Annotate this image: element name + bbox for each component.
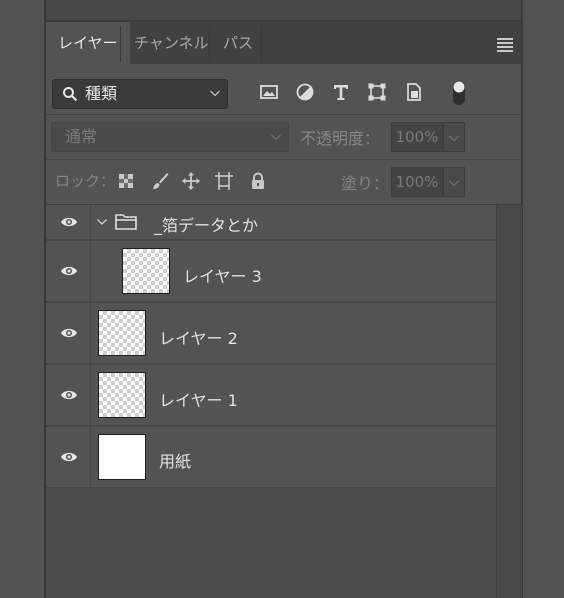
visibility-column <box>46 365 91 425</box>
layers-scrollbar[interactable] <box>496 205 522 598</box>
opacity-input[interactable]: 100% <box>391 122 443 152</box>
lock-transparent-pixels-icon[interactable] <box>116 171 136 191</box>
fill-label: 塗り： <box>341 174 390 193</box>
shape-filter-icon[interactable] <box>366 81 388 103</box>
layer-group-row[interactable]: _箔データとか <box>46 205 496 241</box>
blend-row: 通常 不透明度： 100% <box>46 115 521 160</box>
kind-filter-select[interactable]: 種類 <box>52 79 228 109</box>
layer-name: レイヤー 2 <box>159 329 238 348</box>
lock-position-icon[interactable] <box>181 171 201 191</box>
panel-tab-bar: レイヤー チャンネル パス <box>46 22 521 65</box>
chevron-down-icon <box>271 134 281 141</box>
visibility-column <box>46 241 91 301</box>
left-workspace <box>0 0 44 598</box>
chevron-down-icon <box>449 135 459 142</box>
kind-filter-label: 種類 <box>85 84 118 103</box>
layer-name: 用紙 <box>159 452 192 471</box>
lock-image-pixels-icon[interactable] <box>150 171 170 191</box>
opacity-label: 不透明度： <box>300 129 381 148</box>
eye-icon[interactable] <box>60 216 78 228</box>
eye-icon[interactable] <box>60 327 78 339</box>
filter-row: 種類 <box>46 64 521 115</box>
tab-divider <box>261 26 262 62</box>
chevron-down-icon <box>210 90 220 97</box>
layer-row[interactable]: レイヤー 3 <box>46 241 496 303</box>
blend-mode-select[interactable]: 通常 <box>51 122 289 152</box>
layers-empty-area <box>46 488 496 598</box>
layer-name: レイヤー 3 <box>183 267 262 286</box>
tab-layers[interactable]: レイヤー <box>46 22 130 64</box>
tab-paths[interactable]: パス <box>211 22 265 64</box>
smart-object-filter-icon[interactable] <box>403 81 425 103</box>
layer-thumbnail <box>98 434 146 480</box>
eye-icon[interactable] <box>60 265 78 277</box>
fill-input[interactable]: 100% <box>391 167 443 197</box>
adjustment-filter-icon[interactable] <box>294 81 316 103</box>
panel-above <box>46 0 521 22</box>
visibility-column <box>46 205 91 239</box>
eye-icon[interactable] <box>60 389 78 401</box>
visibility-column <box>46 427 91 487</box>
lock-all-icon[interactable] <box>248 171 268 191</box>
layer-thumbnail <box>98 372 146 418</box>
lock-artboard-icon[interactable] <box>214 171 234 191</box>
eye-icon[interactable] <box>60 451 78 463</box>
tab-channels[interactable]: チャンネル <box>122 22 221 64</box>
right-workspace <box>521 0 564 598</box>
opacity-dropdown[interactable] <box>443 122 465 152</box>
lock-label: ロック： <box>55 172 116 190</box>
tab-divider <box>209 26 210 62</box>
layer-row[interactable]: 用紙 <box>46 427 496 489</box>
tab-divider <box>120 26 121 62</box>
chevron-down-icon[interactable] <box>96 216 108 228</box>
fill-dropdown[interactable] <box>443 167 465 197</box>
layer-row[interactable]: レイヤー 2 <box>46 303 496 365</box>
visibility-column <box>46 303 91 363</box>
panel-menu-icon[interactable] <box>497 38 513 52</box>
layer-name: _箔データとか <box>154 216 259 235</box>
layer-thumbnail <box>98 310 146 356</box>
lock-row: ロック： 塗り： 100% <box>46 160 521 205</box>
search-icon <box>63 87 78 102</box>
layer-name: レイヤー 1 <box>159 391 238 410</box>
layers-panel: レイヤー チャンネル パス 種類 通常 不透明度： 100% ロック： 塗り： … <box>46 0 522 598</box>
filter-toggle-switch[interactable] <box>452 80 466 106</box>
chevron-down-icon <box>449 180 459 187</box>
text-filter-icon[interactable] <box>330 81 352 103</box>
blend-mode-label: 通常 <box>65 127 98 146</box>
layer-thumbnail <box>122 248 170 294</box>
folder-icon <box>115 214 137 230</box>
image-filter-icon[interactable] <box>258 81 280 103</box>
layer-row[interactable]: レイヤー 1 <box>46 365 496 427</box>
